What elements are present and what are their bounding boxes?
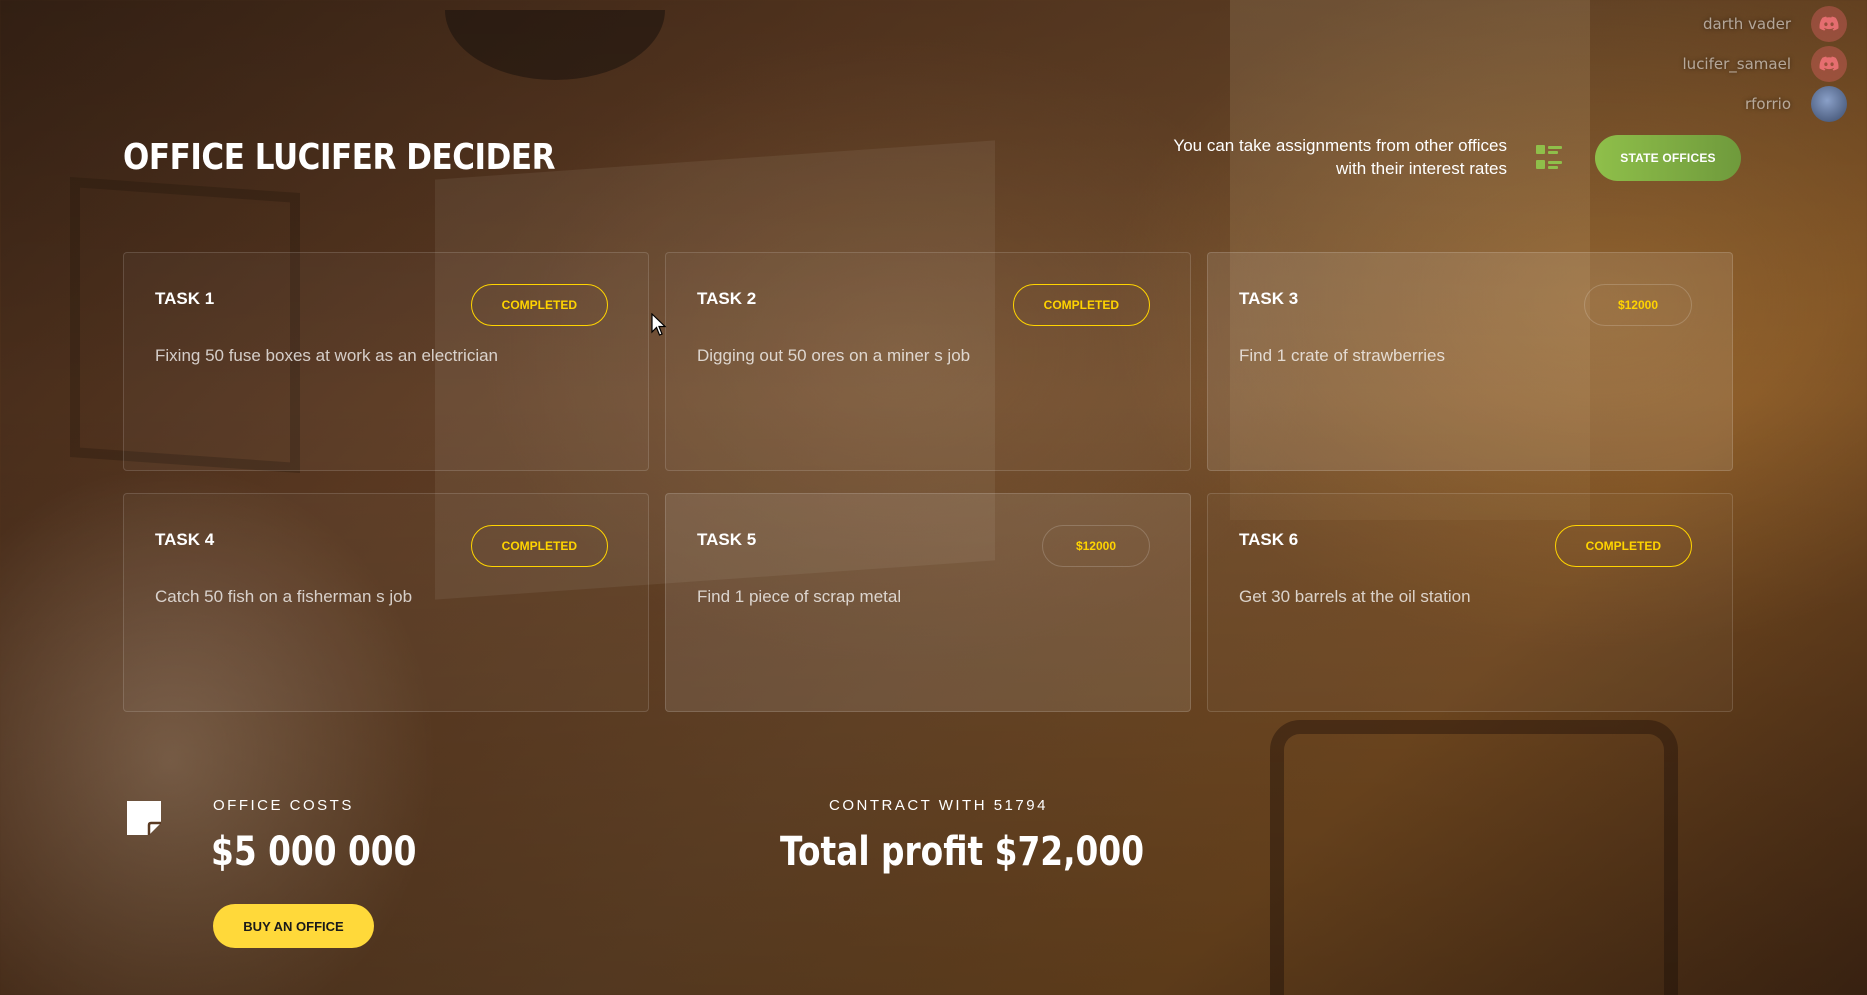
- task-title: TASK 1: [155, 289, 215, 308]
- header-note: You can take assignments from other offi…: [1150, 134, 1507, 180]
- list-icon[interactable]: [1535, 143, 1565, 173]
- task-description: Find 1 piece of scrap metal: [697, 587, 902, 606]
- task-card[interactable]: TASK 4 COMPLETED Catch 50 fish on a fish…: [123, 493, 649, 712]
- voice-user: lucifer_samael: [1683, 44, 1847, 84]
- contract-label: CONTRACT WITH 51794: [829, 797, 1048, 814]
- user-avatar: [1811, 86, 1847, 122]
- task-reward-badge: $12000: [1583, 284, 1692, 326]
- voice-user: rforrio: [1683, 84, 1847, 124]
- buy-office-button[interactable]: BUY AN OFFICE: [213, 904, 374, 948]
- task-title: TASK 3: [1239, 289, 1299, 308]
- total-profit: Total profit $72,000: [780, 829, 1145, 875]
- task-title: TASK 6: [1239, 530, 1299, 549]
- task-status-badge: COMPLETED: [470, 284, 608, 326]
- task-card[interactable]: TASK 1 COMPLETED Fixing 50 fuse boxes at…: [123, 252, 649, 471]
- office-costs-label: OFFICE COSTS: [213, 797, 354, 814]
- task-title: TASK 2: [697, 289, 757, 308]
- task-description: Digging out 50 ores on a miner s job: [697, 346, 971, 365]
- task-grid: TASK 1 COMPLETED Fixing 50 fuse boxes at…: [123, 252, 1733, 712]
- header-note-line: You can take assignments from other offi…: [1173, 136, 1507, 155]
- voice-user-list: darth vader lucifer_samael rforrio: [1683, 4, 1847, 124]
- note-icon: [127, 801, 161, 835]
- voice-user: darth vader: [1683, 4, 1847, 44]
- voice-user-name: lucifer_samael: [1682, 55, 1791, 73]
- task-title: TASK 5: [697, 530, 757, 549]
- task-reward-badge: $12000: [1041, 525, 1150, 567]
- task-card[interactable]: TASK 2 COMPLETED Digging out 50 ores on …: [665, 252, 1191, 471]
- mouse-cursor-icon: [651, 313, 667, 336]
- task-description: Fixing 50 fuse boxes at work as an elect…: [155, 346, 499, 365]
- discord-icon: [1811, 6, 1847, 42]
- task-description: Find 1 crate of strawberries: [1239, 346, 1445, 365]
- task-card[interactable]: TASK 3 $12000 Find 1 crate of strawberri…: [1207, 252, 1733, 471]
- state-offices-button[interactable]: STATE OFFICES: [1595, 135, 1741, 181]
- page-title: OFFICE LUCIFER DECIDER: [123, 137, 556, 178]
- task-card[interactable]: TASK 6 COMPLETED Get 30 barrels at the o…: [1207, 493, 1733, 712]
- task-card[interactable]: TASK 5 $12000 Find 1 piece of scrap meta…: [665, 493, 1191, 712]
- task-description: Catch 50 fish on a fisherman s job: [155, 587, 413, 606]
- office-costs-value: $5 000 000: [211, 829, 417, 875]
- task-title: TASK 4: [155, 530, 215, 549]
- task-status-badge: COMPLETED: [1012, 284, 1150, 326]
- voice-user-name: rforrio: [1744, 95, 1791, 113]
- header-note-line: with their interest rates: [1335, 159, 1507, 178]
- task-status-badge: COMPLETED: [470, 525, 608, 567]
- discord-icon: [1811, 46, 1847, 82]
- task-status-badge: COMPLETED: [1554, 525, 1692, 567]
- task-description: Get 30 barrels at the oil station: [1239, 587, 1471, 606]
- voice-user-name: darth vader: [1702, 15, 1791, 33]
